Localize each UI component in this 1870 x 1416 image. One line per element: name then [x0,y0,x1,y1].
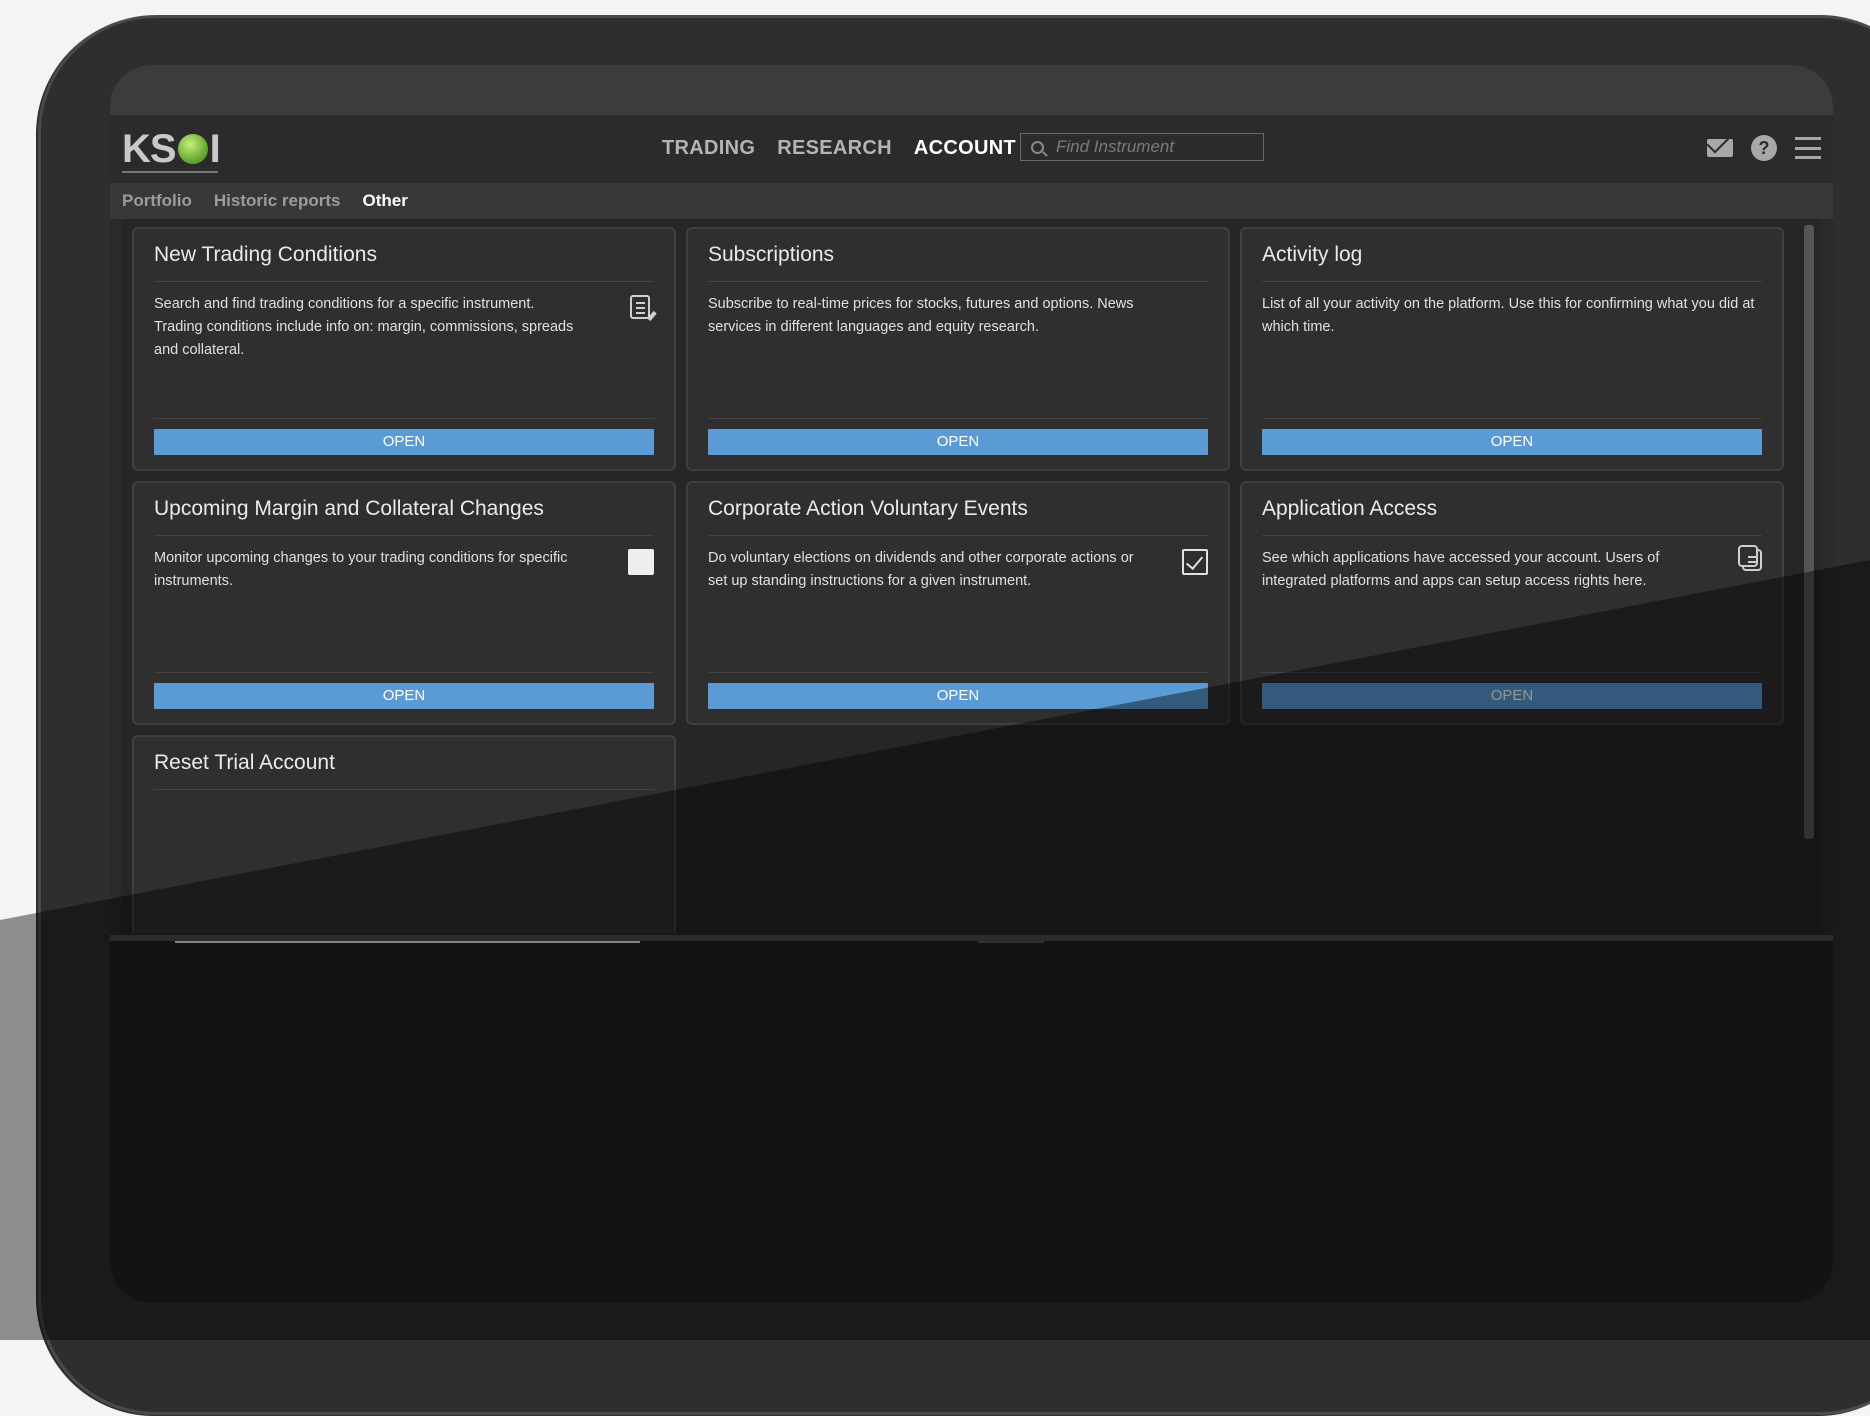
divider [1262,418,1762,419]
subnav-historic-reports[interactable]: Historic reports [214,191,341,211]
top-navigation-bar: KS I TRADING RESEARCH ACCOUNT ? [110,115,1833,183]
divider [154,535,654,536]
bottom-indicator-line [175,941,640,943]
logo-text-after: I [209,126,221,171]
divider [154,672,654,673]
divider [708,281,1208,282]
divider [708,535,1208,536]
vertical-scrollbar[interactable] [1804,225,1814,839]
open-button[interactable]: OPEN [154,683,654,709]
square-icon [628,549,654,575]
card-description: List of all your activity on the platfor… [1262,296,1755,335]
card-activity-log: Activity log List of all your activity o… [1240,227,1784,471]
open-button[interactable]: OPEN [1262,683,1762,709]
card-description: Subscribe to real-time prices for stocks… [708,296,1134,335]
app-window: KS I TRADING RESEARCH ACCOUNT ? Portfol [110,115,1833,941]
logo-text: KS [122,126,177,171]
tablet-screen: KS I TRADING RESEARCH ACCOUNT ? Portfol [110,65,1833,1303]
card-title: Upcoming Margin and Collateral Changes [154,497,544,520]
edit-note-icon [630,295,650,319]
hamburger-menu-icon[interactable] [1795,137,1821,159]
divider [154,789,654,790]
main-nav: TRADING RESEARCH ACCOUNT [662,137,1016,160]
divider [1262,535,1762,536]
card-description: Monitor upcoming changes to your trading… [154,550,568,589]
card-new-trading-conditions: New Trading Conditions Search and find t… [132,227,676,471]
copy-icon [1738,545,1762,571]
divider [154,418,654,419]
subnav-other[interactable]: Other [362,191,407,211]
instrument-search [1020,133,1264,161]
card-title: Reset Trial Account [154,751,335,774]
top-right-icons: ? [1707,135,1821,161]
divider [154,281,654,282]
divider [708,672,1208,673]
card-title: Subscriptions [708,243,835,266]
divider [1262,672,1762,673]
card-application-access: Application Access See which application… [1240,481,1784,725]
divider [708,418,1208,419]
card-title: Application Access [1262,497,1438,520]
card-title: Activity log [1262,243,1363,266]
status-strip [110,65,1833,115]
search-input[interactable] [1056,137,1246,157]
nav-account[interactable]: ACCOUNT [914,137,1016,160]
content-area: New Trading Conditions Search and find t… [122,219,1820,933]
globe-icon [177,134,208,164]
card-description: Search and find trading conditions for a… [154,296,574,358]
search-icon [1031,140,1044,154]
open-button[interactable]: OPEN [708,429,1208,455]
nav-research[interactable]: RESEARCH [777,137,892,160]
help-icon[interactable]: ? [1751,135,1777,161]
subnav-portfolio[interactable]: Portfolio [122,191,192,211]
open-button[interactable]: OPEN [708,683,1208,709]
card-title: New Trading Conditions [154,243,377,266]
open-button[interactable]: OPEN [154,429,654,455]
mail-icon[interactable] [1707,139,1733,157]
card-grid: New Trading Conditions Search and find t… [132,227,1796,933]
card-reset-trial-account: Reset Trial Account [132,735,676,933]
open-button[interactable]: OPEN [1262,429,1762,455]
logo-tagline-line [122,171,218,173]
card-description: See which applications have accessed you… [1262,550,1660,589]
card-title: Corporate Action Voluntary Events [708,497,1028,520]
nav-trading[interactable]: TRADING [662,137,755,160]
card-upcoming-margin-changes: Upcoming Margin and Collateral Changes M… [132,481,676,725]
checkbox-icon [1182,549,1208,575]
bottom-indicator-line [978,941,1044,943]
card-corporate-action-events: Corporate Action Voluntary Events Do vol… [686,481,1230,725]
card-description: Do voluntary elections on dividends and … [708,550,1134,589]
card-subscriptions: Subscriptions Subscribe to real-time pri… [686,227,1230,471]
brand-logo[interactable]: KS I [122,126,221,171]
divider [1262,281,1762,282]
account-subnav: Portfolio Historic reports Other [110,183,1833,219]
